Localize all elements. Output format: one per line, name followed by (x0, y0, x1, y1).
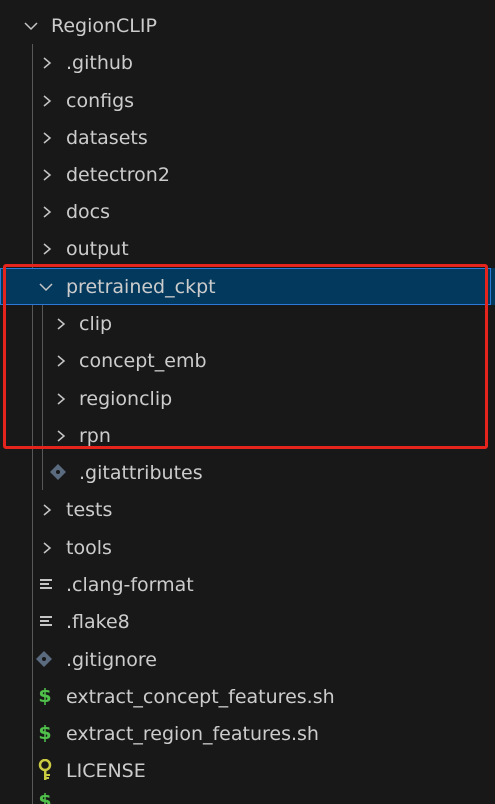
text-file-icon (36, 611, 56, 631)
tree-file-license[interactable]: LICENSE (0, 752, 495, 789)
tree-root-regionclip[interactable]: RegionCLIP (0, 7, 495, 44)
tree-folder-detectron2[interactable]: detectron2 (0, 156, 495, 193)
tree-file-extract-concept-features[interactable]: $ extract_concept_features.sh (0, 678, 495, 715)
root-folder-label: RegionCLIP (51, 14, 157, 37)
shell-file-icon: $ (38, 685, 52, 707)
folder-label: docs (66, 200, 111, 223)
chevron-right-icon (53, 428, 69, 444)
chevron-right-icon (53, 391, 69, 407)
chevron-right-icon (39, 55, 55, 71)
tree-file-extract-region-features[interactable]: $ extract_region_features.sh (0, 715, 495, 752)
folder-label: configs (66, 89, 135, 112)
chevron-right-icon (39, 93, 55, 109)
file-label: .clang-format (66, 573, 194, 596)
tree-folder-concept-emb[interactable]: concept_emb (0, 342, 495, 379)
chevron-right-icon (39, 130, 55, 146)
folder-label: concept_emb (79, 349, 207, 372)
chevron-right-icon (53, 353, 69, 369)
folder-label: rpn (79, 424, 111, 447)
tree-row-cutoff-bottom: $ (0, 789, 495, 804)
chevron-right-icon (39, 167, 55, 183)
file-label: .flake8 (66, 610, 130, 633)
tree-folder-rpn[interactable]: rpn (0, 417, 495, 454)
tree-folder-regionclip[interactable]: regionclip (0, 380, 495, 417)
tree-file-gitattributes[interactable]: .gitattributes (0, 454, 495, 491)
file-label: LICENSE (66, 759, 146, 782)
folder-label: pretrained_ckpt (66, 275, 216, 298)
chevron-right-icon (39, 241, 55, 257)
chevron-right-icon (39, 502, 55, 518)
chevron-down-icon (23, 18, 39, 34)
git-file-icon (34, 649, 54, 669)
tree-folder-github[interactable]: .github (0, 44, 495, 81)
tree-folder-clip[interactable]: clip (0, 305, 495, 342)
tree-file-flake8[interactable]: .flake8 (0, 603, 495, 640)
tree-folder-datasets[interactable]: datasets (0, 119, 495, 156)
license-key-icon (35, 759, 55, 780)
tree-file-clang-format[interactable]: .clang-format (0, 566, 495, 603)
folder-label: tests (66, 498, 113, 521)
folder-label: output (66, 237, 129, 260)
tree-file-gitignore[interactable]: .gitignore (0, 641, 495, 678)
file-label: extract_region_features.sh (66, 722, 319, 745)
chevron-down-icon (38, 279, 54, 295)
folder-label: detectron2 (66, 163, 170, 186)
shell-file-icon: $ (38, 722, 52, 744)
folder-label: clip (79, 312, 113, 335)
folder-label: regionclip (79, 387, 173, 410)
folder-label: datasets (66, 126, 148, 149)
shell-file-icon: $ (38, 790, 52, 804)
tree-folder-tools[interactable]: tools (0, 529, 495, 566)
tree-folder-tests[interactable]: tests (0, 491, 495, 528)
tree-folder-configs[interactable]: configs (0, 82, 495, 119)
git-file-icon (48, 462, 68, 482)
folder-label: tools (66, 536, 112, 559)
file-explorer: RegionCLIP .github configs datasets dete… (0, 0, 495, 804)
tree-folder-pretrained-ckpt[interactable]: pretrained_ckpt (0, 268, 495, 305)
tree-folder-output[interactable]: output (0, 230, 495, 267)
text-file-icon (36, 574, 56, 594)
folder-label: .github (66, 51, 133, 74)
file-label: .gitignore (66, 648, 157, 671)
tree-folder-docs[interactable]: docs (0, 193, 495, 230)
file-label: .gitattributes (79, 461, 203, 484)
file-label: extract_concept_features.sh (66, 685, 335, 708)
chevron-right-icon (39, 540, 55, 556)
chevron-right-icon (53, 316, 69, 332)
chevron-right-icon (22, 0, 38, 1)
chevron-right-icon (39, 204, 55, 220)
